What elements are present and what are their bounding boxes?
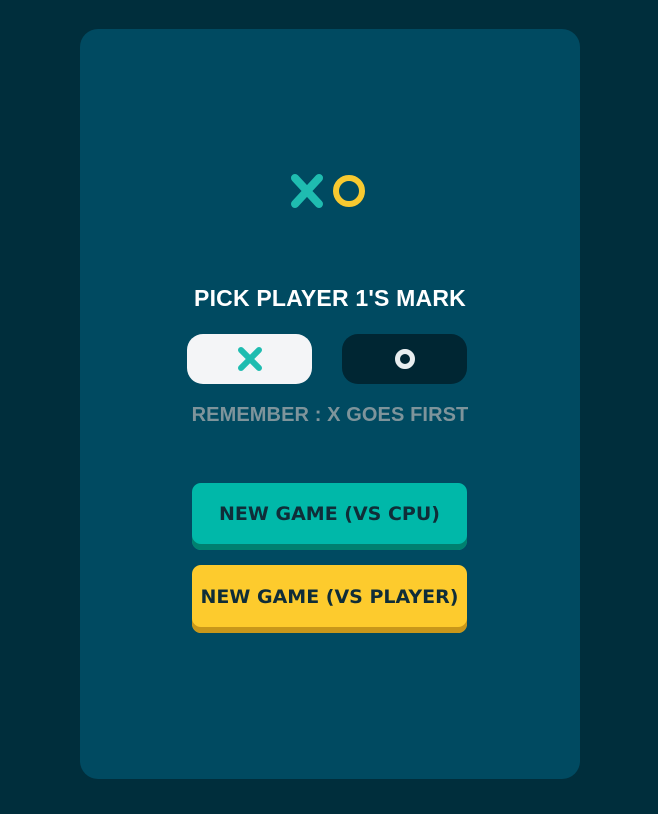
mark-option-x[interactable] [187,334,312,384]
logo [291,174,365,208]
new-game-vs-player-button[interactable]: NEW GAME (VS PLAYER) [192,565,467,633]
first-move-hint: REMEMBER : X GOES FIRST [191,404,469,426]
o-mark-icon [394,349,415,369]
new-game-vs-cpu-button[interactable]: NEW GAME (VS CPU) [192,483,467,550]
pick-mark-title: PICK PLAYER 1'S MARK [194,285,466,311]
x-mark-icon [237,347,262,371]
mark-option-o[interactable] [342,334,467,384]
x-mark-icon [291,174,323,208]
menu-card: PICK PLAYER 1'S MARK REMEMBER : X GOES F… [80,29,580,779]
o-mark-icon [333,175,365,207]
